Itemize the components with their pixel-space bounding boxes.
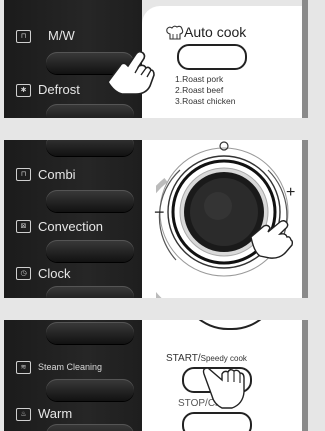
chef-hat-icon <box>166 25 184 40</box>
clock-button[interactable] <box>46 286 134 298</box>
defrost-button[interactable] <box>46 104 134 118</box>
pointing-hand-icon <box>202 367 245 409</box>
auto-cook-item-2: 2.Roast beef <box>175 85 224 95</box>
warm-button[interactable] <box>46 424 134 431</box>
convection-button[interactable] <box>46 240 134 262</box>
clock-icon: ◷ <box>16 267 31 280</box>
auto-cook-button[interactable] <box>177 44 247 70</box>
start-label-sub: Speedy cook <box>200 354 247 363</box>
top-partial-button[interactable] <box>46 140 134 156</box>
start-label-main: START/ <box>166 353 201 364</box>
warm-label: Warm <box>38 406 73 421</box>
panel-start-stop: ≋ Steam Cleaning ♨ Warm START/Speedy coo… <box>4 320 308 431</box>
warm-icon: ♨ <box>16 408 31 421</box>
top-partial-button[interactable] <box>46 322 134 344</box>
combi-button[interactable] <box>46 190 134 212</box>
auto-cook-title: Auto cook <box>184 24 247 40</box>
panel-dial: ⊓ Combi ⊠ Convection ◷ Clock − + <box>4 140 308 298</box>
steam-cleaning-label: Steam Cleaning <box>38 362 103 372</box>
combi-icon: ⊓ <box>16 168 31 181</box>
mw-label: M/W <box>48 28 75 43</box>
defrost-icon: ✱ <box>16 84 31 97</box>
microwave-icon: ⊓ <box>16 30 31 43</box>
dial-plus-label: + <box>286 184 296 201</box>
start-label: START/Speedy cook <box>166 353 247 364</box>
clock-label: Clock <box>38 266 71 281</box>
side-edge <box>302 320 308 431</box>
control-dial[interactable] <box>156 140 301 298</box>
convection-icon: ⊠ <box>16 220 31 233</box>
auto-cook-item-3: 3.Roast chicken <box>175 96 236 106</box>
side-edge <box>302 140 308 298</box>
stop-button[interactable] <box>182 412 252 431</box>
steam-cleaning-icon: ≋ <box>16 361 31 374</box>
dial-minus-label: − <box>154 202 165 222</box>
steam-cleaning-button[interactable] <box>46 379 134 401</box>
combi-label: Combi <box>38 167 76 182</box>
auto-cook-item-1: 1.Roast pork <box>175 74 224 84</box>
pointing-hand-icon <box>107 50 155 95</box>
panel-auto-cook: ⊓ M/W ✱ Defrost Auto cook 1.Roast pork 2… <box>4 0 308 118</box>
convection-label: Convection <box>38 219 104 234</box>
defrost-label: Defrost <box>38 82 80 97</box>
side-edge <box>302 0 308 118</box>
